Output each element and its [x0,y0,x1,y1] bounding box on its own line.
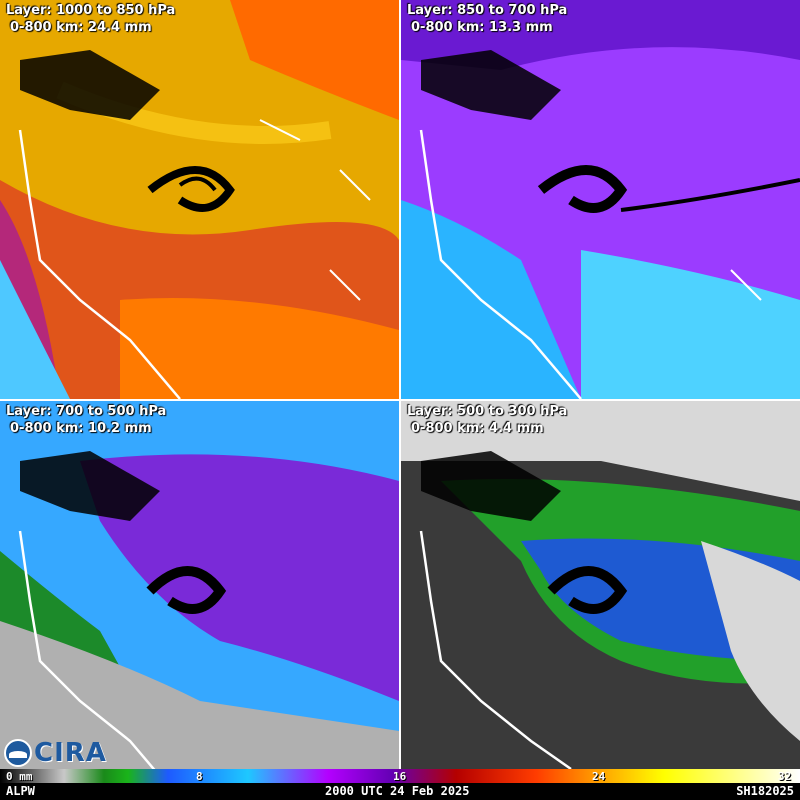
layer-value: 0-800 km: 13.3 mm [411,20,553,35]
colorbar-tick: 0 mm [6,770,33,783]
map-850-700 [401,0,800,399]
layer-value: 0-800 km: 4.4 mm [411,421,544,436]
layer-value: 0-800 km: 10.2 mm [10,421,152,436]
colorbar-tick: 16 [393,770,407,783]
colorbar-tick: 8 [196,770,203,783]
colorbar-tick: 32 [778,770,792,783]
panel-850-700: Layer: 850 to 700 hPa 0-800 km: 13.3 mm [401,0,800,399]
map-500-300 [401,401,800,769]
layer-value: 0-800 km: 24.4 mm [10,20,152,35]
noaa-logo-icon [4,739,32,767]
storm-id: SH182025 [736,784,794,798]
product-name: ALPW [6,784,35,798]
panel-divider-vertical [399,0,401,770]
layer-title: Layer: 500 to 300 hPa [407,404,568,419]
map-1000-850 [0,0,399,399]
cira-logo-text: CIRA [34,738,107,768]
panel-label: Layer: 850 to 700 hPa 0-800 km: 13.3 mm [407,2,567,36]
colorbar-tick: 24 [592,770,606,783]
cira-logo: CIRA [4,738,107,768]
panel-label: Layer: 1000 to 850 hPa 0-800 km: 24.4 mm [6,2,175,36]
layer-title: Layer: 700 to 500 hPa [6,404,167,419]
panel-divider-horizontal [0,399,800,401]
layer-title: Layer: 850 to 700 hPa [407,3,568,18]
layer-title: Layer: 1000 to 850 hPa [6,3,176,18]
panel-500-300: Layer: 500 to 300 hPa 0-800 km: 4.4 mm [401,401,800,769]
timestamp: 2000 UTC 24 Feb 2025 [325,784,470,798]
panel-1000-850: Layer: 1000 to 850 hPa 0-800 km: 24.4 mm [0,0,399,399]
footer: ALPW 2000 UTC 24 Feb 2025 SH182025 [0,783,800,800]
panel-label: Layer: 700 to 500 hPa 0-800 km: 10.2 mm [6,403,166,437]
panel-label: Layer: 500 to 300 hPa 0-800 km: 4.4 mm [407,403,567,437]
